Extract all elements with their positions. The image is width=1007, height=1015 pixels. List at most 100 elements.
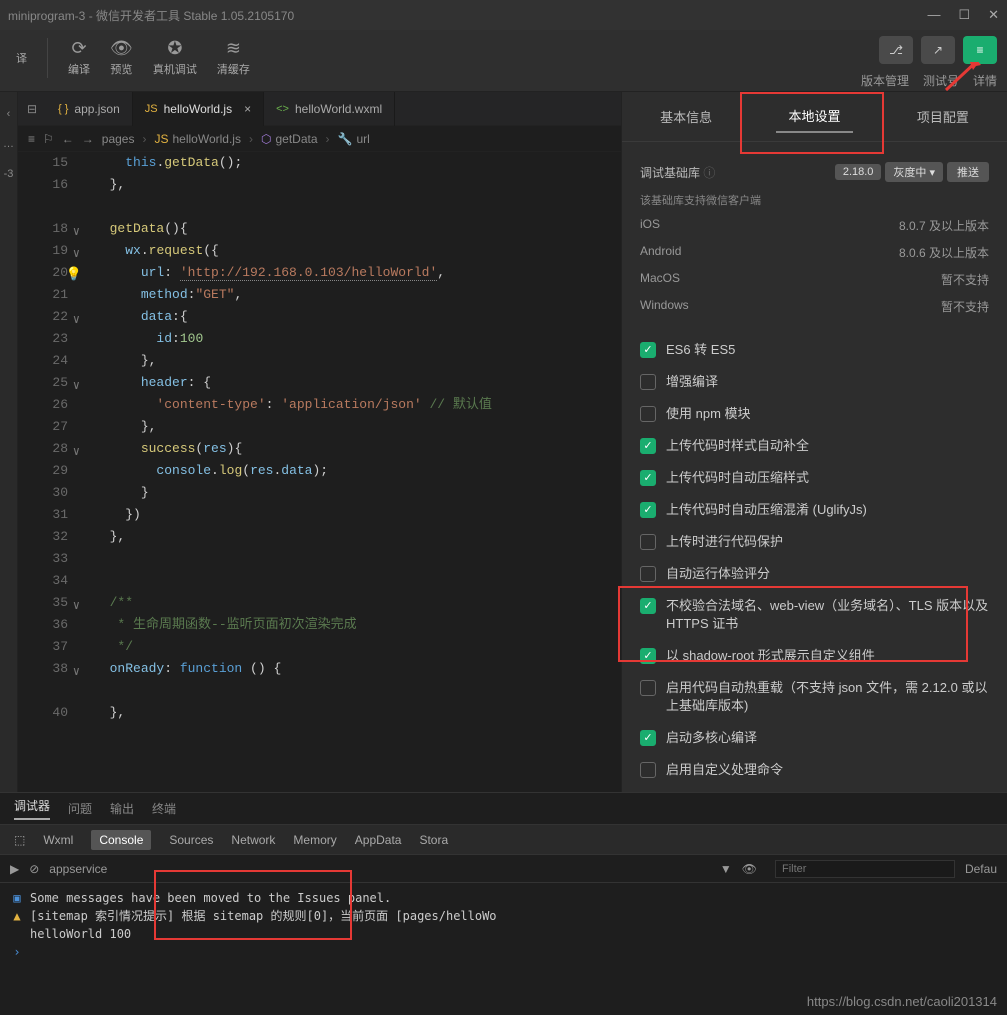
bookmark-icon[interactable]: ⚐ — [43, 132, 54, 146]
right-panel: 基本信息 本地设置 项目配置 调试基础库 ⓘ 2.18.0 灰度中 ▾ 推送 该… — [622, 92, 1007, 792]
debugger-tab[interactable]: 调试器 — [14, 797, 50, 820]
checkbox[interactable] — [640, 680, 656, 696]
debug-lib-gray[interactable]: 灰度中 ▾ — [885, 162, 943, 182]
remote-debug-button[interactable]: ✪真机调试 — [147, 36, 203, 79]
branch-button[interactable]: ⎇ — [879, 36, 913, 64]
checkbox-label: 上传代码时自动压缩混淆 (UglifyJs) — [666, 501, 867, 519]
setting-checkbox-row[interactable]: 启用自定义处理命令 — [640, 754, 989, 786]
clear-icon[interactable]: ⊘ — [29, 862, 39, 876]
close-tab-icon[interactable]: × — [244, 102, 251, 116]
checkbox[interactable] — [640, 438, 656, 454]
explorer-sidebar: ‹ … -3 — [0, 92, 18, 792]
wxml-icon: <> — [276, 103, 289, 115]
console-tab[interactable]: Console — [91, 830, 151, 850]
tab-local-settings[interactable]: 本地设置 — [776, 100, 852, 133]
setting-checkbox-row[interactable]: 不校验合法域名、web-view（业务域名）、TLS 版本以及 HTTPS 证书 — [640, 590, 989, 640]
checkbox[interactable] — [640, 648, 656, 664]
warning-icon: ▲ — [10, 907, 24, 925]
sources-tab[interactable]: Sources — [169, 833, 213, 847]
platform-row: iOS8.0.7 及以上版本 — [640, 212, 989, 239]
project-item[interactable]: -3 — [4, 168, 14, 180]
storage-tab[interactable]: Stora — [419, 833, 448, 847]
setting-checkbox-row[interactable]: ES6 转 ES5 — [640, 334, 989, 366]
checkbox[interactable] — [640, 534, 656, 550]
details-label[interactable]: 详情 — [973, 72, 997, 89]
checkbox-label: 启动多核心编译 — [666, 729, 757, 747]
breadcrumb-item[interactable]: JS helloWorld.js — [154, 132, 241, 146]
filter-input[interactable] — [775, 860, 955, 878]
inspect-icon[interactable]: ⬚ — [14, 833, 25, 847]
console-toolbar: ▶ ⊘ appservice ▼ 👁 Defau — [0, 855, 1007, 883]
setting-checkbox-row[interactable]: 增强编译 — [640, 366, 989, 398]
bottom-panel: 调试器 问题 输出 终端 ⬚ Wxml Console Sources Netw… — [0, 792, 1007, 1015]
external-button[interactable]: ↗ — [921, 36, 955, 64]
info-icon: ▣ — [10, 889, 24, 907]
play-icon[interactable]: ▶ — [10, 862, 19, 876]
menu-icon[interactable]: ≡ — [28, 132, 35, 146]
setting-checkbox-row[interactable]: 上传代码时自动压缩样式 — [640, 462, 989, 494]
setting-checkbox-row[interactable]: 启用代码自动热重载（不支持 json 文件，需 2.12.0 或以上基础库版本) — [640, 672, 989, 722]
console-message: [sitemap 索引情况提示] 根据 sitemap 的规则[0]，当前页面 … — [30, 907, 497, 925]
checkbox[interactable] — [640, 730, 656, 746]
collapse-icon[interactable]: ‹ — [7, 108, 11, 120]
devtools-tabs: ⬚ Wxml Console Sources Network Memory Ap… — [0, 825, 1007, 855]
context-select[interactable]: appservice — [49, 862, 107, 876]
setting-checkbox-row[interactable]: 上传代码时自动压缩混淆 (UglifyJs) — [640, 494, 989, 526]
tab-helloworld-wxml[interactable]: <>helloWorld.wxml — [264, 92, 395, 126]
terminal-tab[interactable]: 终端 — [152, 800, 176, 817]
checkbox[interactable] — [640, 502, 656, 518]
maximize-icon[interactable]: ☐ — [958, 7, 970, 23]
version-manage-label[interactable]: 版本管理 — [861, 72, 909, 89]
network-tab[interactable]: Network — [231, 833, 275, 847]
preview-button[interactable]: 👁预览 — [104, 36, 139, 79]
tabs-collapse-icon[interactable]: ⊟ — [18, 102, 46, 116]
breadcrumb-item[interactable]: 🔧 url — [338, 132, 370, 146]
wxml-tab[interactable]: Wxml — [43, 833, 73, 847]
setting-checkbox-row[interactable]: 使用 npm 模块 — [640, 398, 989, 430]
appdata-tab[interactable]: AppData — [355, 833, 402, 847]
default-levels[interactable]: Defau — [965, 862, 997, 876]
breadcrumb-item[interactable]: ⬡ getData — [261, 132, 318, 146]
checkbox[interactable] — [640, 598, 656, 614]
checkbox[interactable] — [640, 566, 656, 582]
setting-checkbox-row[interactable]: 启动多核心编译 — [640, 722, 989, 754]
rightpanel-tabs: 基本信息 本地设置 项目配置 — [622, 92, 1007, 142]
debug-lib-push[interactable]: 推送 — [947, 162, 989, 182]
checkbox[interactable] — [640, 470, 656, 486]
bug-icon: ✪ — [167, 38, 182, 59]
problems-tab[interactable]: 问题 — [68, 800, 92, 817]
checkbox[interactable] — [640, 762, 656, 778]
tab-app-json[interactable]: { }app.json — [46, 92, 133, 126]
setting-checkbox-row[interactable]: 自动运行体验评分 — [640, 558, 989, 590]
debug-lib-version[interactable]: 2.18.0 — [835, 164, 882, 180]
checkbox[interactable] — [640, 406, 656, 422]
setting-checkbox-row[interactable]: 上传代码时样式自动补全 — [640, 430, 989, 462]
debug-lib-label: 调试基础库 ⓘ — [640, 164, 831, 181]
setting-checkbox-row[interactable]: 上传时进行代码保护 — [640, 526, 989, 558]
eye-icon[interactable]: 👁 — [742, 862, 757, 876]
tab-basic-info[interactable]: 基本信息 — [648, 101, 724, 132]
checkbox[interactable] — [640, 374, 656, 390]
clear-cache-button[interactable]: ≋清缓存 — [211, 36, 256, 79]
back-icon[interactable]: ← — [62, 132, 74, 146]
editor-area: ⊟ { }app.json JShelloWorld.js× <>helloWo… — [18, 92, 622, 792]
close-icon[interactable]: ✕ — [988, 7, 999, 23]
setting-checkbox-row[interactable]: 以 shadow-root 形式展示自定义组件 — [640, 640, 989, 672]
details-button[interactable]: ≡ — [963, 36, 997, 64]
edit-dropdown[interactable]: 译 — [10, 48, 33, 68]
tab-helloworld-js[interactable]: JShelloWorld.js× — [133, 92, 264, 126]
dots-icon[interactable]: … — [3, 138, 14, 150]
checkbox-label: 不校验合法域名、web-view（业务域名）、TLS 版本以及 HTTPS 证书 — [666, 597, 989, 633]
checkbox[interactable] — [640, 342, 656, 358]
minimize-icon[interactable]: — — [927, 7, 940, 23]
memory-tab[interactable]: Memory — [293, 833, 336, 847]
external-icon: ↗ — [933, 43, 943, 57]
forward-icon[interactable]: → — [82, 132, 94, 146]
code-editor[interactable]: 1516 18∨ 19∨ 20💡 21 22∨ 2324 25∨ 2627 28… — [18, 152, 621, 792]
output-tab[interactable]: 输出 — [110, 800, 134, 817]
tab-project-config[interactable]: 项目配置 — [905, 101, 981, 132]
breadcrumb-item[interactable]: pages — [102, 132, 135, 146]
test-account-label[interactable]: 测试号 — [923, 72, 959, 89]
compile-button[interactable]: ⟳编译 — [62, 36, 96, 79]
window-title: miniprogram-3 - 微信开发者工具 Stable 1.05.2105… — [8, 7, 927, 24]
